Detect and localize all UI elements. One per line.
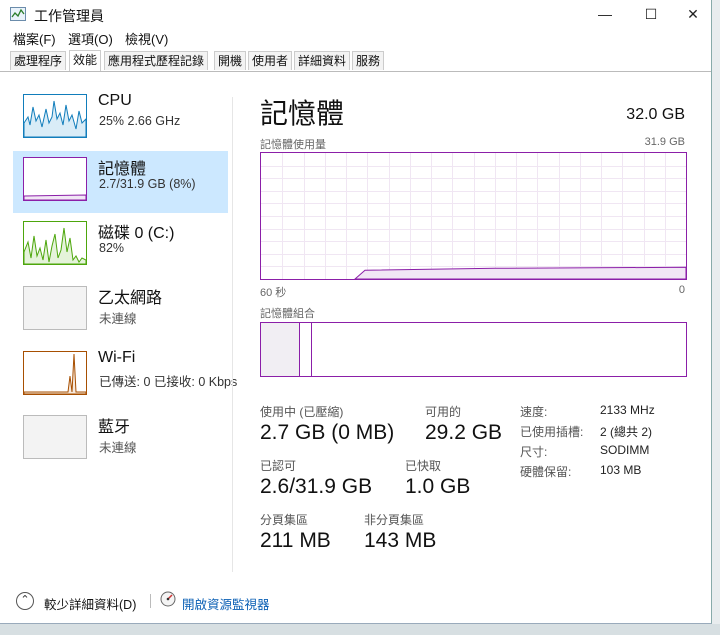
resource-wifi[interactable]: Wi-Fi 已傳送: 0 已接收: 0 Kbps [13,345,237,407]
window-title: 工作管理員 [34,8,104,24]
resource-name: 乙太網路 [98,290,163,307]
memory-usage-graph [260,152,687,280]
desktop-background-bottom [0,624,720,635]
resource-memory[interactable]: 記憶體 2.7/31.9 GB (8%) [13,151,228,213]
available-label: 可用的 [425,405,462,419]
detail-title: 記憶體 [260,98,345,129]
resource-sub: 25% 2.66 GHz [99,114,181,128]
in-use-value: 2.7 GB (0 MB) [260,421,395,444]
slots-label: 已使用插槽: [520,425,584,439]
tab-details[interactable]: 詳細資料 [294,51,351,70]
menu-options[interactable]: 選項(O) [68,29,113,48]
graph-time-end: 0 [678,284,685,296]
committed-label: 已認可 [260,459,297,473]
footer: ⌃ 較少詳細資料(D) 開啟資源監視器 [0,585,711,621]
resource-cpu[interactable]: CPU 25% 2.66 GHz [13,88,228,150]
form-factor-value: SODIMM [600,443,650,457]
maximize-button[interactable]: ☐ [628,0,674,28]
panel-splitter[interactable] [232,97,233,572]
open-resource-monitor-link[interactable]: 開啟資源監視器 [182,594,270,613]
tab-users[interactable]: 使用者 [248,51,293,70]
speed-value: 2133 MHz [600,403,655,417]
graph-time-start: 60 秒 [260,287,287,299]
available-value: 29.2 GB [425,421,503,444]
footer-separator [150,594,151,608]
composition-divider [311,323,312,376]
committed-value: 2.6/31.9 GB [260,475,373,498]
slots-value: 2 (總共 2) [600,425,653,439]
memory-total: 32.0 GB [626,106,685,123]
title-bar[interactable]: 工作管理員 — ☐ ✕ [0,0,711,28]
ethernet-graph-icon [23,286,87,330]
resource-name: CPU [98,92,132,109]
tab-services[interactable]: 服務 [352,51,385,70]
resource-monitor-icon[interactable] [160,591,176,607]
close-icon: ✕ [687,6,699,22]
resource-ethernet[interactable]: 乙太網路 未連線 [13,280,228,342]
paged-pool-label: 分頁集區 [260,513,309,527]
paged-pool-value: 211 MB [260,529,331,552]
task-manager-app-icon [10,7,26,21]
wifi-graph-icon [23,351,87,395]
menu-bar: 檔案(F) 選項(O) 檢視(V) [0,28,711,48]
disk-graph-icon [23,221,87,265]
form-factor-label: 尺寸: [520,445,548,459]
memory-composition-bar [260,322,687,377]
resource-sub: 82% [99,241,125,255]
resource-name: 記憶體 [98,161,147,178]
hardware-reserved-value: 103 MB [600,463,642,477]
composition-in-use [261,323,299,376]
menu-file[interactable]: 檔案(F) [13,29,56,48]
in-use-label: 使用中 (已壓縮) [260,405,344,419]
cached-label: 已快取 [405,459,442,473]
speed-label: 速度: [520,405,548,419]
tab-processes[interactable]: 處理程序 [10,51,67,70]
nonpaged-pool-label: 非分頁集區 [364,513,425,527]
tab-bar: 處理程序 效能 應用程式歷程記錄 開機 使用者 詳細資料 服務 [0,50,711,72]
bluetooth-graph-icon [23,415,87,459]
resource-name: 藍牙 [98,419,131,436]
close-button[interactable]: ✕ [670,0,711,28]
tab-startup[interactable]: 開機 [214,51,247,70]
chevron-up-icon[interactable]: ⌃ [16,592,34,610]
minimize-button[interactable]: — [582,0,628,28]
composition-label: 記憶體組合 [260,308,315,320]
minimize-icon: — [598,6,612,22]
cpu-graph-icon [23,94,87,138]
nonpaged-pool-value: 143 MB [364,529,437,552]
task-manager-window: 工作管理員 — ☐ ✕ 檔案(F) 選項(O) 檢視(V) 處理程序 效能 應用… [0,0,712,624]
tab-app-history[interactable]: 應用程式歷程記錄 [104,51,209,70]
memory-graph-icon [23,157,87,201]
composition-divider [299,323,300,376]
resource-disk[interactable]: 磁碟 0 (C:) 82% [13,215,228,277]
hardware-reserved-label: 硬體保留: [520,465,572,479]
usage-graph-max: 31.9 GB [644,136,685,148]
resource-name: 磁碟 0 (C:) [98,225,175,242]
resource-sub: 未連線 [99,312,137,326]
tab-performance[interactable]: 效能 [69,50,102,71]
resource-bluetooth[interactable]: 藍牙 未連線 [13,409,228,471]
memory-usage-area [353,266,687,280]
cached-value: 1.0 GB [405,475,471,498]
resource-sub: 未連線 [99,441,137,455]
resource-name: Wi-Fi [98,349,136,366]
maximize-icon: ☐ [644,6,658,22]
memory-usage-plot [261,153,687,280]
resource-sub: 已傳送: 0 已接收: 0 Kbps [99,375,238,389]
usage-graph-label: 記憶體使用量 [260,139,326,151]
resource-sub: 2.7/31.9 GB (8%) [99,177,196,191]
fewer-details-link[interactable]: 較少詳細資料(D) [44,594,136,613]
menu-view[interactable]: 檢視(V) [125,29,168,48]
